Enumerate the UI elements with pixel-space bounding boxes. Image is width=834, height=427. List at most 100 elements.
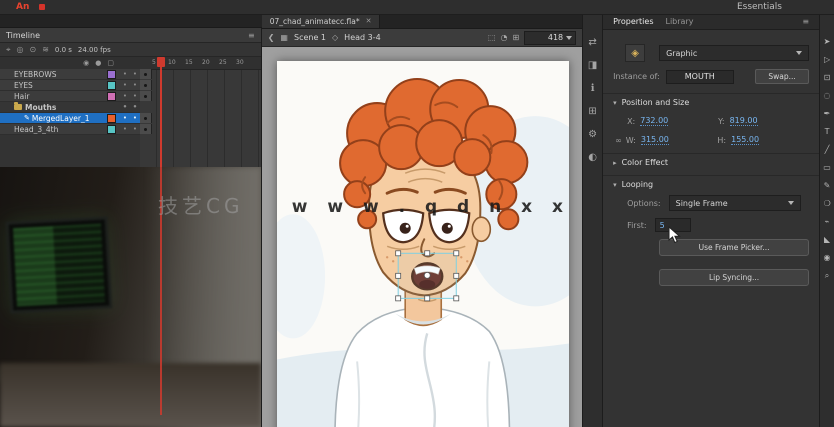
onion-outline-icon[interactable]: ⊙ xyxy=(30,45,37,54)
layer-color-swatch xyxy=(107,113,116,123)
text-tool-icon[interactable]: T xyxy=(825,128,830,136)
zoom-tool-icon[interactable]: ⌕ xyxy=(825,272,829,280)
first-frame-label: First: xyxy=(627,220,647,230)
edit-multiple-frames-icon[interactable]: ≋ xyxy=(42,45,49,54)
properties-tab-bar: Properties Library ≡ xyxy=(603,14,820,30)
properties-menu-icon[interactable]: ≡ xyxy=(802,17,809,26)
y-value[interactable]: 819.00 xyxy=(729,116,758,126)
free-transform-tool-icon[interactable]: ⊡ xyxy=(824,74,831,82)
ruler-number: 5 xyxy=(152,59,156,66)
x-label: X: xyxy=(627,116,636,126)
timeline-fps[interactable]: 24.00 fps xyxy=(78,46,111,54)
brush-tool-icon[interactable]: ❍ xyxy=(823,200,830,208)
lasso-tool-icon[interactable]: ◌ xyxy=(824,92,831,100)
collapse-triangle-icon[interactable]: ▾ xyxy=(613,181,617,189)
camera-tool-icon[interactable]: ◉ xyxy=(824,254,831,262)
timeline-panel: Timeline ≡ ⌖ ◎ ⊙ ≋ 0.0 s 24.00 fps ◉ ● ▢… xyxy=(0,28,262,167)
paint-bucket-tool-icon[interactable]: ◣ xyxy=(824,236,830,244)
swatches-panel-icon[interactable]: ⊞ xyxy=(588,107,596,117)
breadcrumb-symbol[interactable]: Head 3-4 xyxy=(344,33,381,42)
instance-name-field[interactable]: MOUTH xyxy=(665,69,734,84)
tab-library[interactable]: Library xyxy=(666,17,694,26)
playhead-handle[interactable] xyxy=(157,57,165,67)
chevron-down-icon xyxy=(796,51,803,55)
left-column: Timeline ≡ ⌖ ◎ ⊙ ≋ 0.0 s 24.00 fps ◉ ● ▢… xyxy=(0,14,262,427)
layer-column-headers: ◉ ● ▢ xyxy=(0,57,140,69)
info-panel-icon[interactable]: ℹ xyxy=(591,84,595,94)
outline-column-icon[interactable]: ▢ xyxy=(107,59,114,67)
bone-tool-icon[interactable]: ⌁ xyxy=(825,218,830,226)
pencil-tool-icon[interactable]: ✎ xyxy=(824,182,831,190)
keyframe-cell[interactable] xyxy=(140,91,152,101)
playhead-line xyxy=(160,67,162,167)
onion-skin-icon[interactable]: ◎ xyxy=(17,45,24,54)
timeline-body[interactable]: ◉ ● ▢ 5 10 15 20 25 30 EYEBROWS • • EYES… xyxy=(0,57,261,167)
w-value[interactable]: 315.00 xyxy=(640,135,669,145)
subselection-tool-icon[interactable]: ▷ xyxy=(824,56,830,64)
x-value[interactable]: 732.00 xyxy=(640,116,669,126)
layer-folder-mouths[interactable]: Mouths • • xyxy=(0,102,261,113)
stage-pasteboard[interactable]: w w w . q d n x x f xyxy=(261,47,583,427)
layer-row-hair[interactable]: Hair • • xyxy=(0,91,261,102)
app-menu-bar: An Essentials xyxy=(0,0,834,15)
visibility-column-icon[interactable]: ◉ xyxy=(83,59,89,67)
section-looping[interactable]: ▾ Looping xyxy=(603,175,820,189)
section-color-effect[interactable]: ▸ Color Effect xyxy=(603,153,820,167)
ruler-number: 30 xyxy=(236,59,244,66)
photo-monitor-screen xyxy=(13,223,105,307)
color-panel-icon[interactable]: ◨ xyxy=(588,61,597,71)
loop-options-value: Single Frame xyxy=(675,198,728,208)
symbol-edit-bar: ❮ ▦ Scene 1 ◇ Head 3-4 ⬚ ◔ ⊞ 418 xyxy=(261,29,583,47)
layer-color-swatch xyxy=(107,91,116,101)
link-width-height-icon[interactable]: ∞ xyxy=(615,136,622,145)
collapse-triangle-icon[interactable]: ▸ xyxy=(613,159,617,167)
workspace-switcher[interactable]: Essentials xyxy=(737,2,782,12)
line-tool-icon[interactable]: ╱ xyxy=(825,146,830,154)
close-document-icon[interactable]: ✕ xyxy=(366,17,372,25)
lock-column-icon[interactable]: ● xyxy=(95,59,101,67)
rectangle-tool-icon[interactable]: ▭ xyxy=(823,164,831,172)
ruler-number: 10 xyxy=(168,59,176,66)
center-stage-icon[interactable]: ◔ xyxy=(500,33,507,42)
breadcrumb-scene[interactable]: Scene 1 xyxy=(294,33,326,42)
collapse-triangle-icon[interactable]: ▾ xyxy=(613,99,617,107)
tab-properties[interactable]: Properties xyxy=(613,17,653,26)
pen-tool-icon[interactable]: ✒ xyxy=(824,110,831,118)
timeline-panel-header[interactable]: Timeline ≡ xyxy=(0,28,261,43)
symbol-icon: ◇ xyxy=(332,33,339,42)
keyframe-cell[interactable] xyxy=(140,124,152,134)
zoom-level-select[interactable]: 418 xyxy=(524,30,577,45)
center-frame-icon[interactable]: ⌖ xyxy=(6,45,11,55)
photo-desk-surface xyxy=(0,363,261,427)
mouse-cursor xyxy=(668,225,682,247)
swap-button[interactable]: Swap... xyxy=(755,69,810,84)
lip-syncing-button[interactable]: Lip Syncing... xyxy=(659,269,810,286)
keyframe-cell[interactable] xyxy=(140,113,152,123)
keyframe-cell[interactable] xyxy=(140,80,152,90)
history-panel-icon[interactable]: ◐ xyxy=(588,153,597,163)
layer-row-head-3-4th[interactable]: Head_3_4th • • xyxy=(0,124,261,135)
stage-canvas[interactable] xyxy=(276,61,570,427)
keyframe-cell[interactable] xyxy=(140,69,152,79)
section-position-size[interactable]: ▾ Position and Size xyxy=(603,93,820,107)
layer-row-eyebrows[interactable]: EYEBROWS • • xyxy=(0,69,261,80)
loop-options-label: Options: xyxy=(627,198,661,208)
layer-row-mergedlayer-1[interactable]: ✎ MergedLayer_1 • • xyxy=(0,113,261,124)
selection-tool-icon[interactable]: ➤ xyxy=(824,38,831,46)
document-tab[interactable]: 07_chad_animatecc.fla* ✕ xyxy=(261,14,381,28)
loop-options-select[interactable]: Single Frame xyxy=(668,195,801,211)
h-value[interactable]: 155.00 xyxy=(731,135,760,145)
timeline-menu-icon[interactable]: ≡ xyxy=(248,31,255,40)
edit-symbols-icon[interactable]: ⬚ xyxy=(488,33,496,42)
symbol-type-select[interactable]: Graphic xyxy=(659,45,810,61)
fit-window-icon[interactable]: ⊞ xyxy=(512,33,519,42)
transform-panel-icon[interactable]: ⚙ xyxy=(588,130,597,140)
animate-logo: An xyxy=(16,2,30,12)
record-indicator-icon xyxy=(39,4,46,10)
align-panel-icon[interactable]: ⇄ xyxy=(588,38,596,48)
panel-dock: ⇄ ◨ ℹ ⊞ ⚙ ◐ xyxy=(582,14,604,427)
back-arrow-icon[interactable]: ❮ xyxy=(268,33,275,42)
timeline-title: Timeline xyxy=(6,30,41,40)
character-artwork xyxy=(276,61,570,427)
layer-row-eyes[interactable]: EYES • • xyxy=(0,80,261,91)
